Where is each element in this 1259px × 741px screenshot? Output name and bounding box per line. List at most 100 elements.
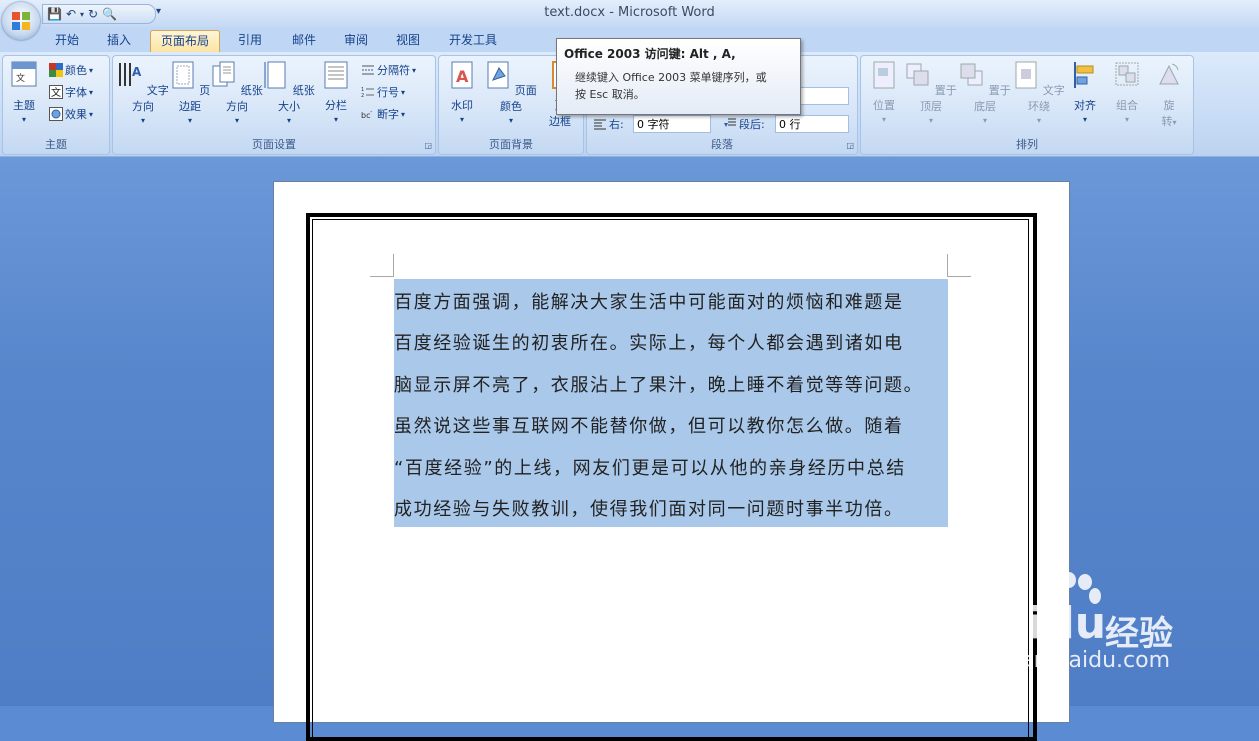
align-label: 对齐 (1074, 99, 1096, 112)
crop-mark-top-left-v (393, 254, 394, 277)
tab-view[interactable]: 视图 (386, 30, 430, 52)
position-label: 位置 (873, 99, 895, 112)
columns-button[interactable]: 分栏 ▾ (317, 60, 355, 124)
document-line[interactable]: 百度经验诞生的初衷所在。实际上，每个人都会遇到诸如电 (394, 329, 954, 355)
fonts-label: 字体 (65, 86, 87, 99)
document-line[interactable]: “百度经验”的上线，网友们更是可以从他的亲身经历中总结 (394, 454, 954, 480)
page-background-group-label: 页面背景 (489, 138, 533, 151)
indent-right-text: 右: (609, 118, 624, 131)
watermark-icon: A (451, 61, 473, 89)
crop-mark-top-right-v (947, 254, 948, 277)
save-icon[interactable]: 💾 (47, 7, 62, 21)
themes-button[interactable]: 文 主题 ▾ (7, 60, 41, 124)
rotate-label-a: 旋 (1163, 99, 1175, 112)
watermark-url: jingyan.baidu.com (967, 648, 1171, 673)
undo-icon[interactable]: ↶ (66, 7, 76, 21)
chevron-down-icon: ▾ (21, 115, 26, 124)
effects-icon (49, 107, 63, 121)
spacing-after-text: 段后: (739, 118, 765, 131)
tab-developer[interactable]: 开发工具 (440, 30, 506, 52)
tab-insert[interactable]: 插入 (98, 30, 140, 52)
spacing-after-field[interactable] (775, 115, 849, 133)
chevron-down-icon: ▾ (89, 65, 94, 75)
tab-review[interactable]: 审阅 (334, 30, 378, 52)
chevron-down-icon: ▾ (1172, 118, 1177, 127)
chevron-down-icon: ▾ (401, 87, 406, 97)
redo-icon[interactable]: ↻ (88, 7, 98, 21)
svg-text:A: A (456, 67, 469, 86)
tooltip-title: Office 2003 访问键: Alt , A, (564, 47, 736, 61)
document-line[interactable]: 百度方面强调，能解决大家生活中可能面对的烦恼和难题是 (394, 288, 954, 314)
fonts-icon: 文 (49, 85, 63, 99)
svg-text:文: 文 (51, 86, 61, 99)
send-to-back-button[interactable]: 置于底层 ▾ (959, 60, 1011, 125)
themes-group: 文 主题 ▾ 颜色 ▾ 文 字体 ▾ 效果 ▾ 主题 (2, 55, 110, 155)
svg-text:文: 文 (16, 72, 25, 84)
line-numbers-button[interactable]: 12 行号 ▾ (361, 84, 405, 100)
theme-fonts-button[interactable]: 文 字体 ▾ (49, 84, 93, 100)
margins-icon (172, 61, 194, 89)
chevron-down-icon: ▾ (508, 116, 513, 125)
watermark-button[interactable]: A 水印 ▾ (445, 60, 479, 124)
colors-label: 颜色 (65, 64, 87, 77)
dialog-launcher-icon[interactable]: ◲ (846, 141, 854, 150)
svg-text:-: - (370, 108, 373, 116)
crop-mark-top-left-h (370, 276, 394, 277)
tooltip-body: 继续键入 Office 2003 菜单键序列，或 按 Esc 取消。 (575, 69, 795, 103)
chevron-down-icon: ▾ (187, 116, 192, 125)
tooltip-line-2: 按 Esc 取消。 (575, 88, 645, 101)
columns-label: 分栏 (325, 99, 347, 112)
page-size-icon (264, 61, 286, 89)
chevron-down-icon: ▾ (140, 116, 145, 125)
tab-page-layout[interactable]: 页面布局 (150, 30, 220, 53)
bring-to-front-button[interactable]: 置于顶层 ▾ (905, 60, 957, 125)
columns-icon (324, 61, 348, 89)
dialog-launcher-icon[interactable]: ◲ (424, 141, 432, 150)
text-wrapping-button[interactable]: 文字环绕 ▾ (1013, 60, 1065, 125)
margins-button[interactable]: 页边距 ▾ (169, 60, 211, 125)
orientation-button[interactable]: 纸张方向 ▾ (211, 60, 263, 125)
theme-colors-button[interactable]: 颜色 ▾ (49, 62, 93, 78)
customize-qat-icon[interactable]: ▾ (156, 6, 161, 17)
text-selection[interactable] (394, 279, 948, 527)
rotate-button[interactable]: 旋 转▾ (1151, 60, 1187, 129)
office-logo-icon (12, 12, 30, 30)
page-color-button[interactable]: 页面颜色 ▾ (485, 60, 537, 125)
tab-references[interactable]: 引用 (228, 30, 272, 52)
chevron-down-icon: ▾ (928, 116, 933, 125)
spacing-after-icon (724, 118, 736, 127)
indent-right-field[interactable] (633, 115, 711, 133)
align-icon (1074, 62, 1094, 88)
chevron-down-icon: ▾ (234, 116, 239, 125)
undo-dropdown-icon[interactable]: ▾ (80, 10, 84, 19)
text-wrapping-icon (1015, 61, 1037, 89)
spacing-after-label: 段后: (723, 116, 765, 132)
document-line[interactable]: 脑显示屏不亮了，衣服沾上了果汁，晚上睡不着觉等等问题。 (394, 371, 954, 397)
chevron-down-icon: ▾ (1036, 116, 1041, 125)
breaks-button[interactable]: 分隔符 ▾ (361, 62, 416, 78)
crop-mark-top-right-h (947, 276, 971, 277)
chevron-down-icon: ▾ (412, 65, 417, 75)
document-line[interactable]: 虽然说这些事互联网不能替你做，但可以教你怎么做。随着 (394, 412, 954, 438)
print-preview-icon[interactable]: 🔍 (102, 7, 117, 21)
office-button[interactable] (2, 2, 40, 40)
align-button[interactable]: 对齐 ▾ (1067, 60, 1103, 124)
themes-icon: 文 (11, 61, 37, 87)
page-borders-label-b: 边框 (549, 115, 571, 128)
text-direction-button[interactable]: A 文字方向 ▾ (117, 60, 169, 125)
page-size-button[interactable]: 纸张大小 ▾ (263, 60, 315, 125)
document-line[interactable]: 成功经验与失败教训，使得我们面对同一问题时事半功倍。 (394, 495, 954, 521)
tab-home[interactable]: 开始 (46, 30, 88, 52)
send-to-back-icon (960, 63, 983, 86)
palette-icon (49, 63, 63, 77)
theme-effects-button[interactable]: 效果 ▾ (49, 106, 93, 122)
text-direction-icon: A (119, 63, 142, 86)
position-button[interactable]: 位置 ▾ (865, 60, 903, 124)
tab-mailings[interactable]: 邮件 (282, 30, 326, 52)
quick-access-toolbar: 💾 ↶ ▾ ↻ 🔍 (42, 4, 156, 24)
chevron-down-icon: ▾ (881, 115, 886, 124)
hyphenation-button[interactable]: bc - 断字 ▾ (361, 106, 405, 122)
effects-label: 效果 (65, 108, 87, 121)
group-button[interactable]: 组合 ▾ (1109, 60, 1145, 124)
chevron-down-icon: ▾ (1124, 115, 1129, 124)
